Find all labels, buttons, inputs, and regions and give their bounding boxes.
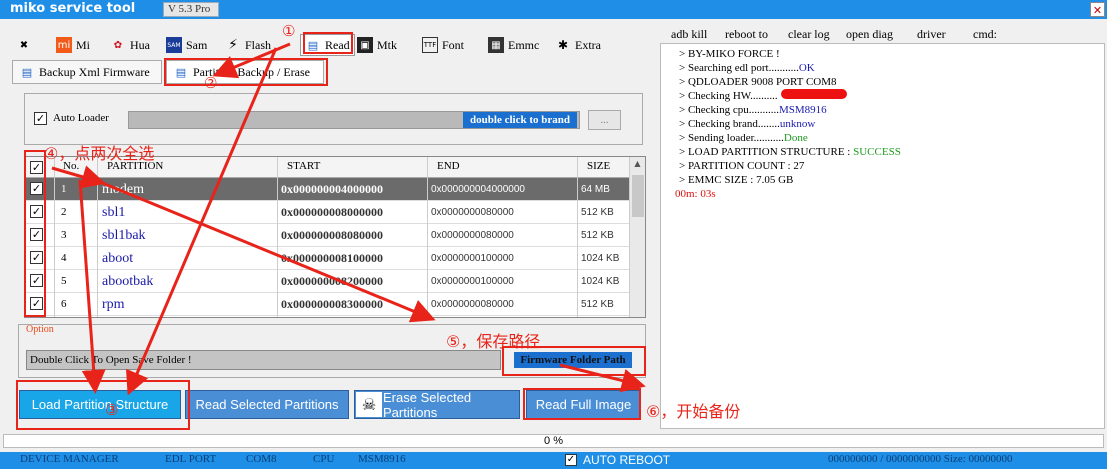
annotation-step-2: ②: [204, 74, 218, 92]
annotation-step-6: ⑥，开始备份: [646, 402, 741, 421]
annotation-step-3: ③: [105, 401, 119, 419]
annotation-step-1: ①: [282, 22, 296, 40]
annotation-arrows: [51, 42, 646, 396]
annotation-step-5: ⑤，保存路径: [446, 332, 541, 351]
annotation-step-4: ④，点两次全选: [44, 144, 155, 163]
